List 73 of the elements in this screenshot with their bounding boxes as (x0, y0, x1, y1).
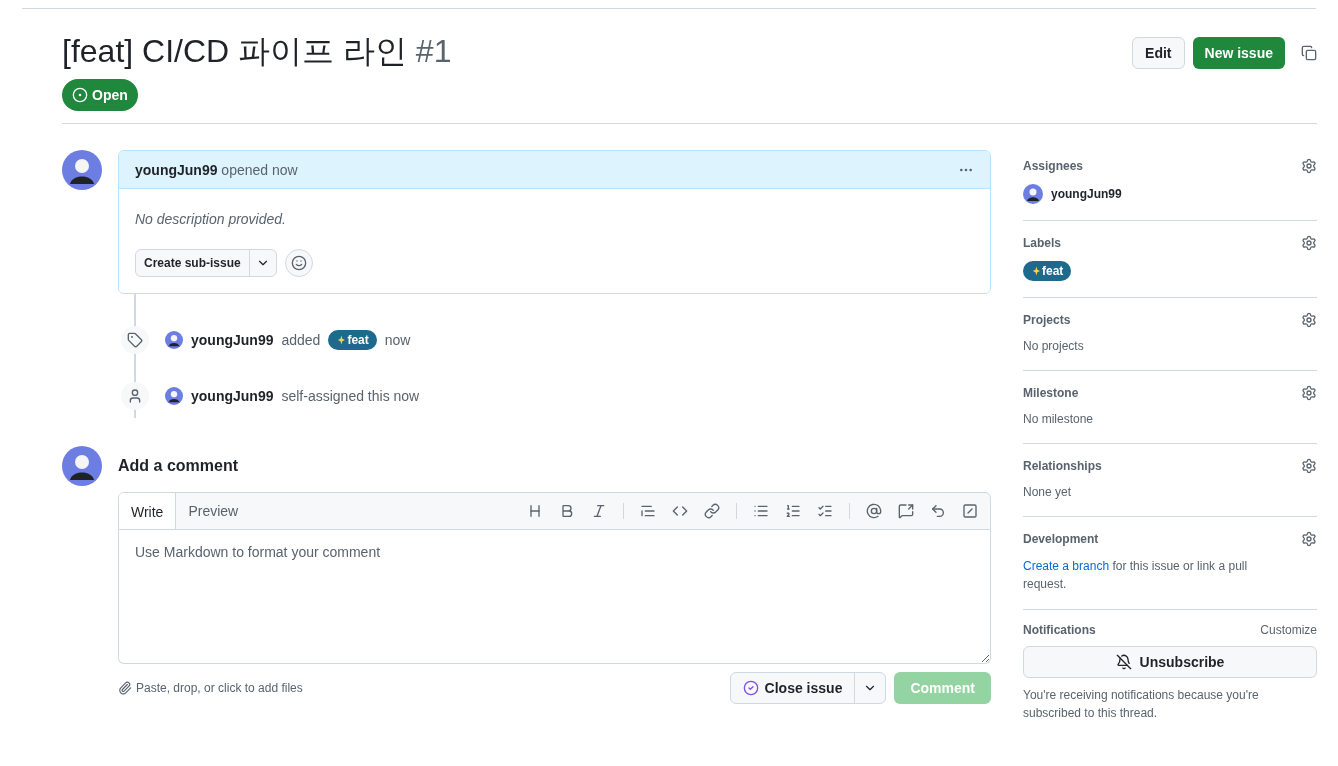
label-badge[interactable]: feat (1023, 261, 1072, 281)
sidebar-heading: Development (1023, 531, 1099, 547)
create-branch-link[interactable]: Create a branch (1023, 559, 1110, 573)
development-text: Create a branch for this issue or link a pull request. (1023, 558, 1249, 593)
event-text: self-assigned this now (281, 387, 420, 406)
italic-icon[interactable] (591, 503, 607, 519)
bell-off-icon (1115, 654, 1132, 670)
edit-button[interactable]: Edit (1132, 37, 1185, 69)
bold-icon[interactable] (559, 503, 575, 519)
assignee-name[interactable]: youngJun99 (1051, 186, 1122, 202)
unsubscribe-button[interactable]: Unsubscribe (1023, 646, 1317, 678)
close-issue-split-button[interactable]: Close issue (729, 672, 887, 704)
comment-input[interactable]: Use Markdown to format your comment (118, 530, 991, 664)
mention-icon[interactable] (866, 503, 882, 519)
task-list-icon[interactable] (817, 503, 833, 519)
settings-icon[interactable] (1301, 458, 1317, 474)
add-comment-heading: Add a comment (118, 456, 239, 476)
sparkle-icon (1031, 266, 1040, 276)
sidebar-heading: Assignees (1023, 158, 1084, 174)
status-badge: Open (62, 79, 138, 111)
sidebar-empty-text: None yet (1023, 485, 1072, 499)
new-issue-button[interactable]: New issue (1192, 37, 1285, 69)
attach-files-hint[interactable]: Paste, drop, or click to add files (118, 680, 303, 696)
avatar-icon (1023, 184, 1043, 204)
code-icon[interactable] (672, 503, 688, 519)
sub-issue-split-button[interactable]: Create sub-issue (135, 249, 277, 277)
settings-icon[interactable] (1301, 531, 1317, 547)
sidebar-heading: Notifications (1023, 622, 1096, 638)
slash-command-icon[interactable] (962, 503, 978, 519)
reaction-button[interactable] (284, 249, 313, 277)
heading-icon[interactable] (527, 503, 543, 519)
event-username[interactable]: youngJun99 (191, 330, 274, 350)
settings-icon[interactable] (1301, 385, 1317, 401)
avatar-icon (165, 387, 183, 405)
tag-icon (121, 326, 149, 354)
smiley-icon (290, 255, 307, 271)
sidebar-heading: Relationships (1023, 458, 1102, 474)
editor-tab[interactable]: Preview (176, 493, 251, 529)
open-issue-icon (72, 87, 88, 103)
avatar-icon (62, 446, 102, 486)
description-text: No description provided. (135, 210, 287, 229)
reply-icon[interactable] (930, 503, 946, 519)
bulleted-list-icon[interactable] (753, 503, 769, 519)
person-icon (121, 382, 149, 410)
reference-icon[interactable] (898, 503, 914, 519)
event-time: now (384, 331, 411, 350)
event-username[interactable]: youngJun99 (191, 386, 274, 406)
sidebar-heading: Labels (1023, 235, 1061, 251)
paperclip-icon (118, 681, 132, 695)
settings-icon[interactable] (1301, 158, 1317, 174)
settings-icon[interactable] (1301, 312, 1317, 328)
check-circle-icon (742, 680, 759, 696)
avatar-icon (165, 331, 183, 349)
sidebar-empty-text: No milestone (1023, 412, 1094, 426)
link-icon[interactable] (704, 503, 720, 519)
issue-number: #1 (415, 33, 452, 69)
create-sub-issue-label[interactable]: Create sub-issue (136, 250, 250, 276)
issue-title: [feat] CI/CD 파이프 라인 #1 (62, 33, 452, 69)
label-badge[interactable]: feat (328, 330, 377, 350)
event-text: added (281, 331, 321, 350)
numbered-list-icon[interactable] (785, 503, 801, 519)
sparkle-icon (336, 335, 346, 345)
sidebar-heading: Milestone (1023, 385, 1079, 401)
avatar-icon (62, 150, 102, 190)
sidebar-empty-text: No projects (1023, 339, 1084, 353)
quote-icon[interactable] (640, 503, 656, 519)
editor-tab[interactable]: Write (119, 493, 177, 529)
customize-link[interactable]: Customize (1260, 622, 1317, 638)
sidebar-heading: Projects (1023, 312, 1071, 328)
notification-note: You're receiving notifications because you're subscribed to this thread. (1023, 687, 1260, 722)
copy-icon[interactable] (1301, 45, 1317, 61)
comment-author-line: youngJun99 opened now (135, 160, 298, 180)
settings-icon[interactable] (1301, 235, 1317, 251)
